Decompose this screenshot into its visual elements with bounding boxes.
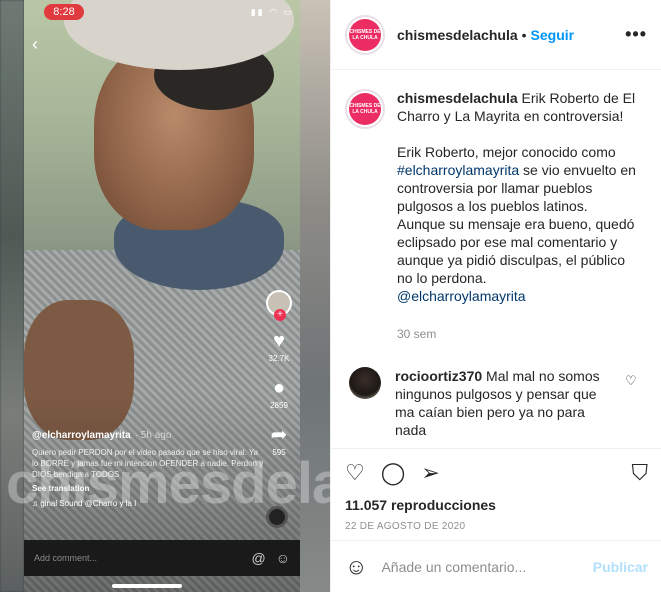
caption-text: chismesdelachula Erik Roberto de El Char… [397,89,637,343]
sound-label[interactable]: ♫ ginal Sound @Charro y la I [32,499,264,508]
see-translation-link[interactable]: See translation [32,484,264,493]
bookmark-icon[interactable]: ⛉ [631,461,648,485]
post-date: 22 DE AGOSTO DE 2020 [345,521,466,532]
share-arrow-icon[interactable]: ➦ [271,424,288,446]
follow-button[interactable]: Seguir [531,27,575,43]
header-username[interactable]: chismesdelachula [397,27,518,43]
post-body: CHISMES DE LA CHULA chismesdelachula Eri… [331,71,661,448]
comment-text-block: rocioortiz370 Mal mal no somos ningunos … [395,367,617,439]
tiktok-caption-block: @elcharroylamayrita · 5h ago Quiero pedir… [32,430,264,508]
avatar-logo: CHISMES DE LA CHULA [349,18,381,51]
action-icons: ♡ ◯ ➢ ⛉ [345,459,648,487]
comment-input[interactable] [381,558,593,575]
creator-avatar[interactable]: + [266,290,292,321]
heart-icon[interactable]: ♥ [273,330,285,352]
caption-avatar-logo: CHISMES DE LA CHULA [349,93,381,125]
post-details: CHISMES DE LA CHULA chismesdelachula • S… [330,0,661,592]
caption-timestamp: 30 sem [397,327,437,341]
comment-action[interactable]: ● 2859 [270,377,288,410]
add-comment-bar: ☺ Publicar [331,540,661,592]
tiktok-side-actions: + ♥ 32.7K ● 2859 ➦ 595 [264,290,294,457]
list-item: rocioortiz370 Mal mal no somos ningunos … [345,367,648,439]
tiktok-comment-bar[interactable]: Add comment... @ ☺ [24,540,300,576]
comment-username[interactable]: rocioortiz370 [395,368,482,384]
at-sign-icon[interactable]: @ [251,550,265,566]
more-options-icon[interactable]: ••• [625,24,647,45]
tiktok-username: @elcharroylamayrita · 5h ago [32,430,264,441]
emoji-icon[interactable]: ☺ [345,554,367,580]
separator-dot: • [521,26,527,43]
publish-button[interactable]: Publicar [593,559,648,575]
status-time: 8:28 [44,4,84,20]
post-actions: ♡ ◯ ➢ ⛉ 11.057 reproducciones 22 DE AGOS… [331,448,661,532]
view-count[interactable]: 11.057 reproducciones [345,497,648,513]
caption-headline-line: chismesdelachula Erik Roberto de El Char… [397,89,637,125]
caption-paragraph: Erik Roberto, mejor conocido como #elcha… [397,143,637,305]
comment-count: 2859 [270,401,288,410]
caption-username[interactable]: chismesdelachula [397,90,518,106]
caption-row: CHISMES DE LA CHULA chismesdelachula Eri… [345,89,648,343]
tiktok-username-text: @elcharroylamayrita [32,430,131,441]
comment-avatar[interactable] [349,367,381,399]
caption-p1-after: se vio envuelto en controversia por llam… [397,162,636,286]
chevron-left-icon[interactable]: ‹ [32,34,38,55]
follow-plus-icon[interactable]: + [274,309,286,321]
tiktok-caption: Quiero pedir PERDON por el video pasado … [32,448,264,479]
instagram-post-view: 8:28 ▮▮ ◠ ▭ ‹ + ♥ 32.7K ● 2859 ➦ 595 chi… [0,0,661,592]
comment-bubble-icon[interactable]: ● [273,377,285,399]
comment-heart-icon[interactable]: ♡ [625,373,637,439]
home-indicator [112,584,182,588]
caption-mention[interactable]: @elcharroylamayrita [397,288,526,304]
post-header: CHISMES DE LA CHULA chismesdelachula • S… [331,0,661,70]
tiktok-post-age: · 5h ago [134,430,172,441]
music-disc-icon[interactable] [266,506,288,528]
like-action[interactable]: ♥ 32.7K [269,330,290,363]
smiley-icon[interactable]: ☺ [276,550,290,566]
avatar[interactable]: CHISMES DE LA CHULA [345,14,385,55]
status-bar-icons: ▮▮ ◠ ▭ [250,7,294,17]
post-media[interactable]: 8:28 ▮▮ ◠ ▭ ‹ + ♥ 32.7K ● 2859 ➦ 595 chi… [0,0,330,592]
tiktok-add-comment[interactable]: Add comment... [34,553,251,563]
comment-icon[interactable]: ◯ [381,461,406,485]
send-icon[interactable]: ➢ [421,461,439,485]
like-count: 32.7K [268,354,290,363]
heart-icon[interactable]: ♡ [345,461,365,485]
caption-p1-before: Erik Roberto, mejor conocido como [397,144,616,160]
caption-hashtag[interactable]: #elcharroylamayrita [397,162,519,178]
caption-avatar[interactable]: CHISMES DE LA CHULA [345,89,385,129]
